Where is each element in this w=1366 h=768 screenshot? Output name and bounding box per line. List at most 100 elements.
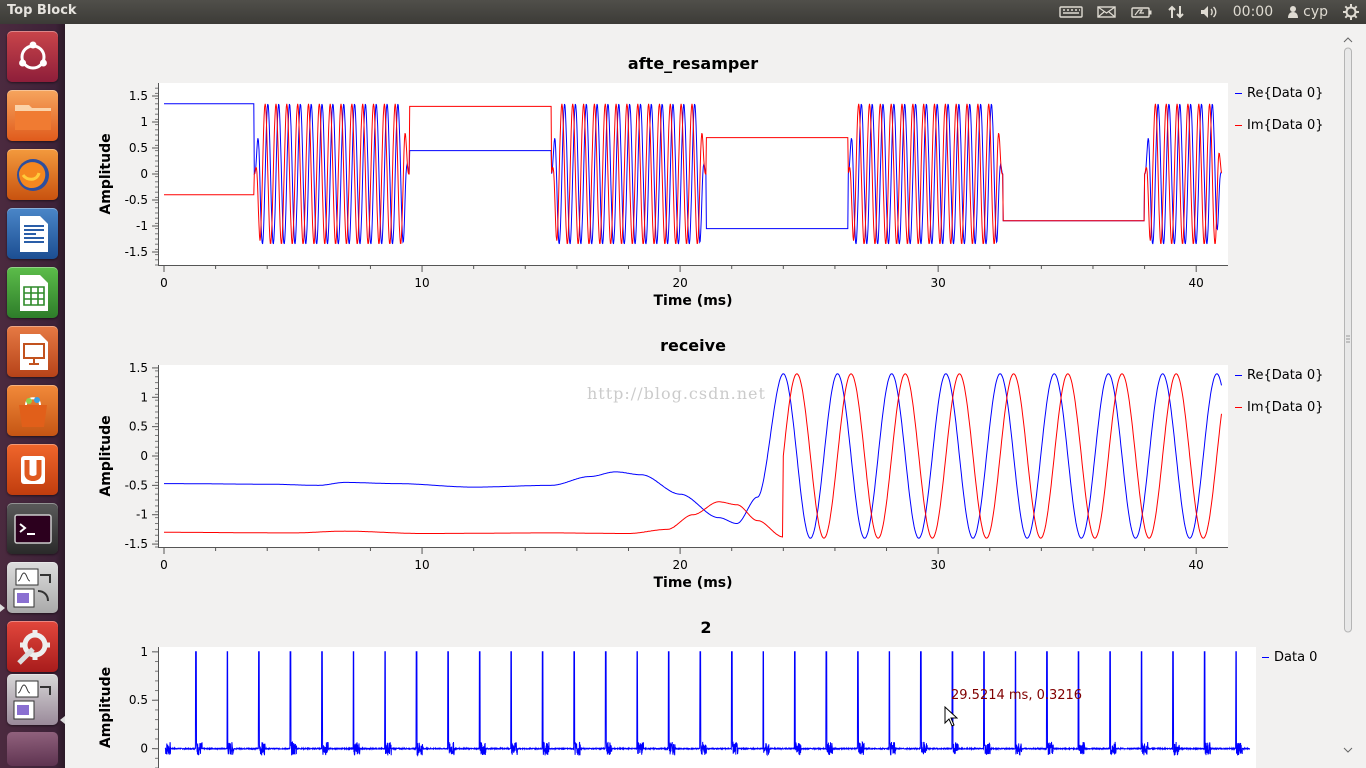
launcher-trash-folded[interactable]: [7, 732, 58, 766]
watermark: http://blog.csdn.net: [587, 384, 766, 403]
legend-label-re: Re{Data 0}: [1247, 367, 1324, 383]
x-tick-label: 40: [1189, 276, 1204, 290]
launcher-item-writer[interactable]: [7, 208, 58, 259]
x-tick-label: 20: [672, 276, 687, 290]
launcher-item-gnuradio-companion[interactable]: [7, 562, 58, 613]
user-menu[interactable]: cyp: [1287, 4, 1328, 20]
launcher-item-terminal[interactable]: [7, 503, 58, 554]
launcher: [0, 24, 65, 768]
y-tick-label: 0.5: [129, 420, 148, 434]
y-tick-label: -1.5: [125, 537, 148, 551]
y-tick-label: -1: [136, 508, 148, 522]
vertical-scrollbar[interactable]: [1342, 36, 1354, 756]
user-name: cyp: [1303, 4, 1328, 20]
launcher-item-impress[interactable]: [7, 326, 58, 377]
y-tick-label: -1: [136, 219, 148, 233]
plot1-legend: Re{Data 0} Im{Data 0}: [1235, 77, 1323, 141]
ubuntu-one-icon: [20, 455, 45, 484]
keyboard-icon[interactable]: [1059, 5, 1083, 19]
calc-icon: [19, 274, 48, 311]
cursor-readout: 29.5214 ms, 0.3216: [951, 688, 1083, 703]
volume-icon[interactable]: [1199, 4, 1219, 20]
y-tick-label: 0.5: [129, 141, 148, 155]
firefox-icon: [16, 158, 49, 191]
legend-item-im: Im{Data 0}: [1235, 391, 1323, 423]
y-tick-label: 0: [140, 167, 148, 181]
mouse-pointer-icon: [944, 706, 958, 727]
launcher-item-software-center[interactable]: [7, 385, 58, 436]
gnuradio-window-icon: [13, 680, 51, 719]
plot2-legend: Re{Data 0} Im{Data 0}: [1235, 359, 1323, 423]
plot3-chart[interactable]: 1 0.5 0 Amplitude: [65, 638, 1260, 768]
launcher-item-ubuntu-one[interactable]: [7, 444, 58, 495]
mail-icon[interactable]: [1097, 5, 1117, 19]
y-tick-label: -0.5: [125, 193, 148, 207]
y-axis-label: Amplitude: [98, 667, 114, 748]
x-tick-label: 0: [160, 558, 168, 572]
clock[interactable]: 00:00: [1233, 4, 1273, 20]
y-tick-label: -1.5: [125, 245, 148, 259]
plot1-title: afte_resamper: [627, 54, 759, 73]
x-tick-label: 0: [160, 276, 168, 290]
launcher-item-top-block-window[interactable]: [7, 674, 58, 725]
legend-swatch-re: [1235, 92, 1242, 94]
launcher-item-firefox[interactable]: [7, 149, 58, 200]
legend-swatch-im: [1235, 124, 1242, 126]
scroll-up-arrow-icon: [1343, 37, 1353, 43]
y-axis-label: Amplitude: [98, 133, 114, 214]
gnuradio-icon: [13, 568, 51, 607]
legend-label-re: Re{Data 0}: [1247, 85, 1324, 101]
folder-icon: [14, 104, 51, 130]
legend-swatch-re: [1235, 374, 1242, 376]
x-tick-label: 30: [931, 558, 946, 572]
legend-item-data: Data 0: [1262, 641, 1317, 673]
y-tick-label: 0: [140, 449, 148, 463]
window-title: Top Block: [7, 3, 77, 18]
wrench-gear-icon: [16, 629, 50, 665]
y-tick-label: 0: [140, 742, 148, 756]
plot2-title: receive: [660, 336, 726, 355]
battery-icon[interactable]: [1131, 5, 1153, 19]
ubuntu-logo-icon: [18, 41, 47, 69]
gear-icon[interactable]: [1342, 3, 1360, 21]
scrollbar-graphic: [1343, 37, 1353, 753]
terminal-icon: [13, 513, 52, 544]
launcher-item-home[interactable]: [7, 31, 58, 82]
launcher-item-files[interactable]: [7, 90, 58, 141]
impress-icon: [19, 333, 48, 370]
legend-swatch-data: [1262, 656, 1269, 658]
y-axis-label: Amplitude: [98, 415, 114, 496]
x-tick-label: 40: [1189, 558, 1204, 572]
system-tray: 00:00 cyp: [1045, 0, 1360, 24]
x-tick-label: 10: [414, 276, 429, 290]
y-tick-label: 1: [140, 645, 148, 659]
legend-swatch-im: [1235, 406, 1242, 408]
y-tick-label: -0.5: [125, 478, 148, 492]
x-tick-label: 20: [672, 558, 687, 572]
y-tick-label: 1: [140, 115, 148, 129]
legend-label-im: Im{Data 0}: [1247, 117, 1324, 133]
y-tick-label: 1.5: [129, 361, 148, 375]
legend-label-data: Data 0: [1274, 649, 1318, 665]
plot1-chart[interactable]: 1.5 1 0.5 0 -0.5 -1 -1.5 Amplitude 0 10 20 30 40 Time…: [65, 74, 1230, 314]
y-tick-label: 1: [140, 390, 148, 404]
x-axis-label: Time (ms): [653, 575, 732, 591]
main-window: afte_resamper 1.5 1 0.5 0 -0.5 -1 -1.5 Amplitud…: [65, 24, 1366, 768]
writer-icon: [19, 215, 48, 252]
plot3-legend: Data 0: [1262, 641, 1317, 673]
launcher-item-calc[interactable]: [7, 267, 58, 318]
legend-label-im: Im{Data 0}: [1247, 399, 1324, 415]
top-panel: Top Block 00:00 cyp: [0, 0, 1366, 24]
running-indicator: [0, 604, 5, 612]
scroll-down-arrow-icon: [1343, 747, 1353, 753]
legend-item-im: Im{Data 0}: [1235, 109, 1323, 141]
launcher-item-system-settings[interactable]: [7, 621, 58, 672]
network-icon[interactable]: [1167, 4, 1185, 20]
legend-item-re: Re{Data 0}: [1235, 359, 1323, 391]
x-tick-label: 30: [931, 276, 946, 290]
legend-item-re: Re{Data 0}: [1235, 77, 1323, 109]
user-icon: [1288, 6, 1299, 18]
x-tick-label: 10: [414, 558, 429, 572]
y-tick-label: 1.5: [129, 89, 148, 103]
scrollbar-thumb: [1344, 47, 1352, 633]
